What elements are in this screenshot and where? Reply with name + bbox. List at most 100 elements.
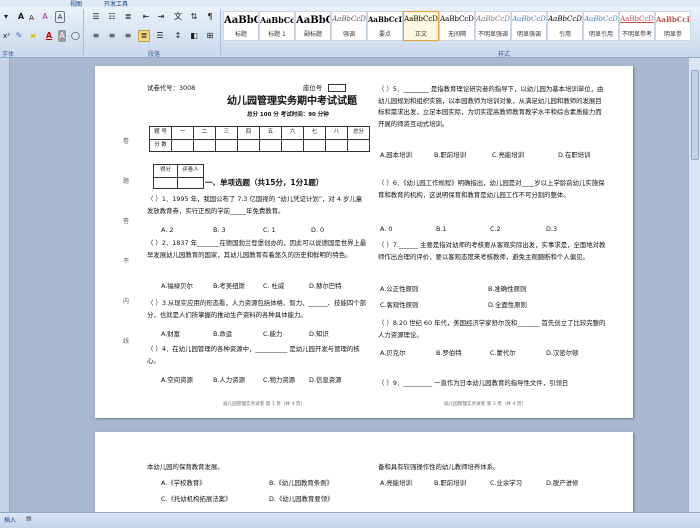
style-strong[interactable]: AaBbCcD 要点: [367, 11, 403, 41]
style-normal[interactable]: AaBbCcD 正文: [403, 11, 439, 41]
increase-indent-button[interactable]: ⇥: [155, 11, 167, 23]
question-4: （ ）4．在幼儿园管理的各种资源中，__________ 是幼儿园开发与管理的核…: [147, 345, 360, 365]
score-cell: [171, 138, 194, 152]
vertical-scrollbar[interactable]: [688, 58, 700, 512]
shrink-font-button[interactable]: A: [27, 12, 36, 24]
text-effects-icon: ✎: [15, 31, 23, 40]
style-subtle-emphasis[interactable]: AaBbCcD 不明显强调: [475, 11, 511, 41]
option: B.职前培训: [434, 479, 466, 487]
binding-label: 内: [123, 298, 130, 305]
decrease-indent-button[interactable]: ⇤: [140, 11, 152, 23]
distribute-button[interactable]: ☰: [154, 30, 166, 42]
option: A.财富: [161, 330, 181, 338]
option: C.蒙代尔: [490, 349, 516, 357]
distribute-icon: ☰: [156, 31, 164, 40]
char-border-button[interactable]: A: [55, 11, 65, 23]
option: C.亮能培训: [492, 151, 525, 159]
score-cell: [237, 138, 260, 152]
exam-subtitle: 总分 100 分 考试时间：90 分钟: [247, 112, 329, 118]
show-marks-button[interactable]: ¶: [204, 11, 216, 23]
highlight-button[interactable]: ▰: [28, 30, 38, 42]
option: C.客观性原则: [380, 301, 419, 309]
question-6: （ ）6．《幼儿园工作规程》明确指出，幼儿园是对____岁以上学龄前幼儿实施保育…: [378, 179, 605, 199]
align-center-button[interactable]: ≡: [106, 30, 118, 42]
score-cell: [347, 138, 370, 152]
score-header: 六: [281, 126, 304, 140]
option: D.脱产进修: [546, 479, 579, 487]
left-column: 试卷代号：3008 座位号 幼儿园管理实务期中考试试题 总分 100 分 考试时…: [147, 66, 375, 418]
style-heading-1[interactable]: AaBbCcD标题 1: [259, 11, 295, 41]
grader-table: 得分 评卷人: [153, 164, 204, 189]
question-7: （ ）7.______ 主要是指对幼师的考核要从客观实际出发，实事求是，全面地对…: [378, 241, 606, 261]
chinese-layout-button[interactable]: 文: [172, 11, 184, 23]
question-1: （ ）1．1995 年，我国公布了 7.3 亿国视的 “幼儿凭证计划”，对 4 …: [147, 195, 363, 215]
style-no-spacing[interactable]: AaBbCcD 无间隔: [439, 11, 475, 41]
style-intense-reference[interactable]: AaBbCcD 明显参: [655, 11, 691, 41]
style-quote[interactable]: AaBbCcD 引用: [547, 11, 583, 41]
chinese-layout-icon: 文: [174, 12, 182, 21]
superscript-icon: x²: [3, 32, 10, 40]
option: D.《幼儿园教育要领》: [269, 495, 334, 503]
char-shading-button[interactable]: A: [58, 30, 66, 42]
option: A. 0: [380, 225, 393, 233]
align-center-icon: ≡: [108, 31, 116, 40]
shading-button[interactable]: ◧: [188, 30, 200, 42]
font-color-button[interactable]: A: [44, 30, 54, 42]
option: C.物力资源: [263, 376, 296, 384]
score-header: 四: [237, 126, 260, 140]
option: D.3: [546, 225, 558, 233]
justify-button[interactable]: ≣: [138, 30, 150, 42]
style-intense-quote[interactable]: AaBbCcD 明显引用: [583, 11, 619, 41]
option: A.《学校教育》: [161, 479, 206, 487]
binding-label: 线: [123, 338, 130, 345]
grow-font-icon: A: [17, 12, 25, 21]
score-header: 二: [193, 126, 216, 140]
align-right-icon: ≡: [124, 31, 132, 40]
question-5: （ ）5．________ 是指教育理论研究者的指导下，以幼儿园为基本培训单位，…: [378, 85, 604, 128]
grader-header: 得分: [153, 164, 178, 178]
document-page-2[interactable]: 本幼儿园的保育教育发展。 A.《学校教育》 B.《幼儿园教育条例》 C.《托幼机…: [95, 432, 633, 512]
enclose-char-button[interactable]: ◯: [70, 30, 80, 42]
score-cell: [281, 138, 304, 152]
multilevel-list-button[interactable]: ≣: [122, 11, 134, 23]
document-area[interactable]: 卷 题 答 不 内 线 试卷代号：3008 座位号 幼儿园管理实务期中考试试题 …: [0, 58, 700, 512]
binding-label: 答: [123, 218, 130, 225]
superscript-button[interactable]: x²: [2, 30, 10, 42]
scrollbar-thumb[interactable]: [691, 70, 699, 160]
score-cell: 分 数: [149, 138, 172, 152]
style-subtitle[interactable]: AaBbC 副标题: [295, 11, 331, 41]
clear-format-button[interactable]: A: [40, 11, 50, 23]
increase-indent-icon: ⇥: [157, 12, 165, 21]
style-subtle-reference[interactable]: AaBbCcD 不明显参考: [619, 11, 655, 41]
tab-view[interactable]: 视图: [70, 0, 82, 8]
tab-developer[interactable]: 开发工具: [104, 0, 128, 8]
align-right-button[interactable]: ≡: [122, 30, 134, 42]
decrease-indent-icon: ⇤: [142, 12, 150, 21]
option: A.贝克尔: [380, 349, 406, 357]
text-effects-button[interactable]: ✎: [14, 30, 24, 42]
borders-button[interactable]: ⊞: [204, 30, 216, 42]
align-left-button[interactable]: ≡: [90, 30, 102, 42]
insert-mode-indicator[interactable]: 插入: [4, 515, 16, 524]
line-spacing-button[interactable]: ↕: [172, 30, 184, 42]
option: A.公正性原则: [380, 285, 419, 293]
option: B.人力资源: [213, 376, 245, 384]
style-intense-emphasis[interactable]: AaBbCcD 明显强调: [511, 11, 547, 41]
document-page-1[interactable]: 卷 题 答 不 内 线 试卷代号：3008 座位号 幼儿园管理实务期中考试试题 …: [95, 66, 633, 418]
grader-cell: [177, 176, 204, 189]
numbering-button[interactable]: ☷: [106, 11, 118, 23]
seat-label: 座位号: [303, 84, 323, 92]
grow-font-button[interactable]: A: [16, 11, 26, 23]
style-emphasis[interactable]: AaBbCcD 强调: [331, 11, 367, 41]
option: A. 2: [161, 226, 174, 234]
clear-format-icon: A: [42, 12, 48, 21]
ribbon: 视图 开发工具 ▾ A A A A x² ✎ ▰ A A ◯ 字体 ☰ ☷ ≣ …: [0, 0, 700, 58]
option: A.亮能培训: [380, 479, 412, 487]
score-header: 一: [171, 126, 194, 140]
font-size-dropdown[interactable]: ▾: [2, 11, 10, 23]
shrink-font-icon: A: [29, 14, 34, 22]
styles-group-label: 样式: [498, 51, 511, 58]
sort-button[interactable]: ⇅: [188, 11, 200, 23]
bullets-button[interactable]: ☰: [90, 11, 102, 23]
style-heading[interactable]: AaBbC 标题: [223, 11, 259, 41]
